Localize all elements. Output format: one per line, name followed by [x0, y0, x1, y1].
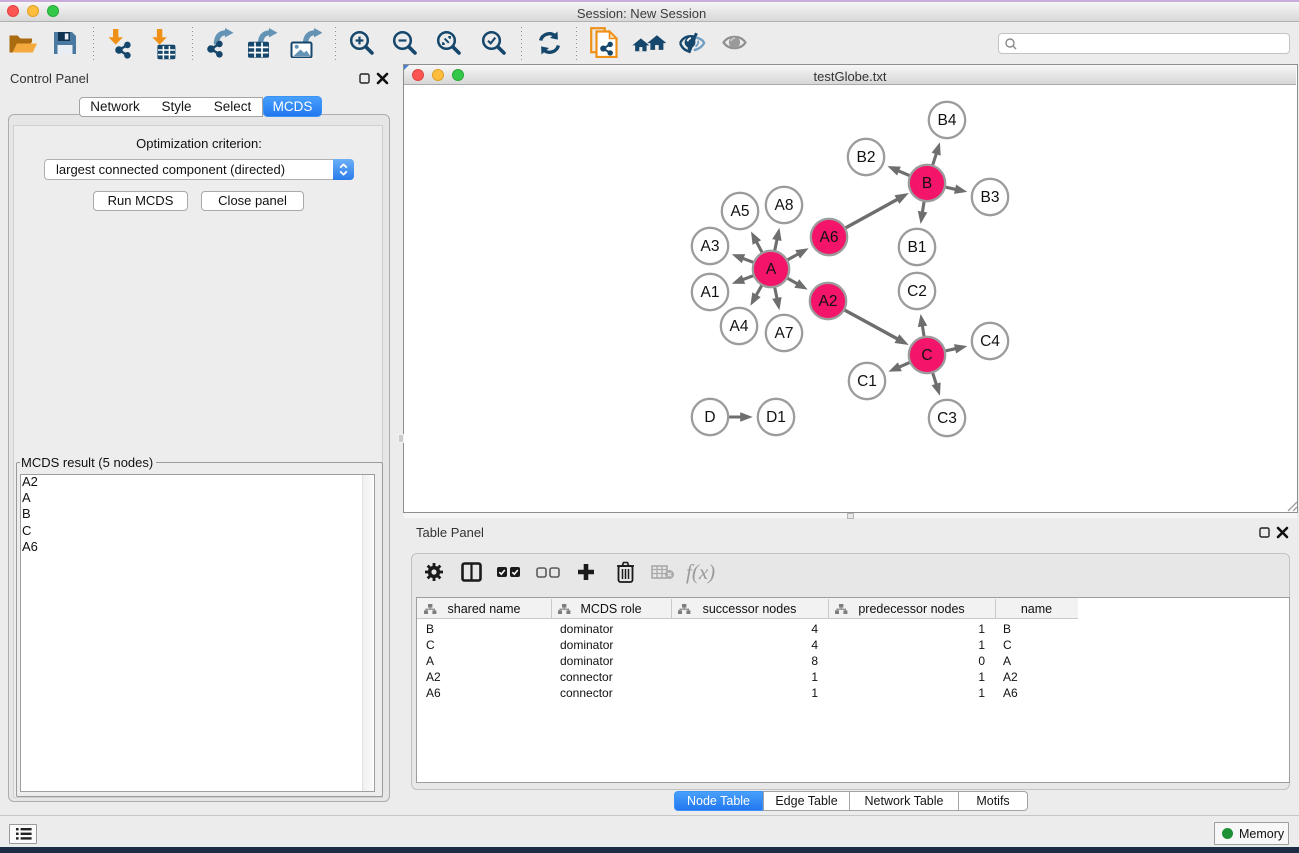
svg-text:D: D [704, 409, 715, 426]
svg-text:C2: C2 [907, 283, 927, 300]
svg-text:A1: A1 [701, 284, 720, 301]
svg-text:C: C [921, 347, 932, 364]
svg-text:A7: A7 [775, 325, 794, 342]
svg-text:A4: A4 [730, 318, 749, 335]
svg-text:B4: B4 [938, 112, 957, 129]
svg-text:B1: B1 [908, 239, 927, 256]
svg-text:A2: A2 [819, 293, 838, 310]
svg-text:A3: A3 [701, 238, 720, 255]
svg-text:A6: A6 [820, 229, 839, 246]
svg-text:A8: A8 [775, 197, 794, 214]
svg-text:D1: D1 [766, 409, 786, 426]
svg-text:C3: C3 [937, 410, 957, 427]
svg-text:A: A [766, 261, 777, 278]
svg-text:B2: B2 [857, 149, 876, 166]
svg-text:B: B [922, 175, 932, 192]
svg-text:B3: B3 [981, 189, 1000, 206]
svg-text:C4: C4 [980, 333, 1000, 350]
svg-text:C1: C1 [857, 373, 877, 390]
svg-text:A5: A5 [731, 203, 750, 220]
